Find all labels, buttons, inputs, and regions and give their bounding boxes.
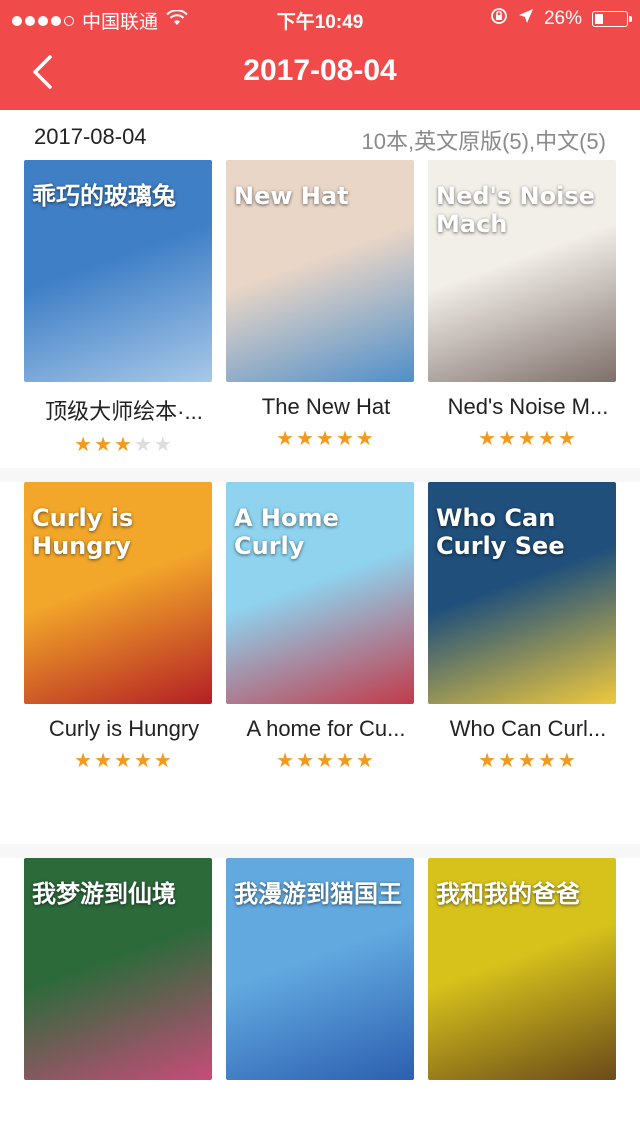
rating-stars: ★★★★★ [428,748,628,773]
row-divider [0,844,640,858]
book-item[interactable]: Curly is Hungry Curly is Hungry ★★★★★ [24,482,224,773]
book-title[interactable]: 顶级大师绘本·... [24,394,224,426]
rotation-lock-icon [490,7,508,31]
row-divider [0,468,640,482]
book-title[interactable]: Curly is Hungry [24,716,224,742]
book-cover[interactable]: New Hat [226,160,414,382]
star-icon: ★ [518,428,538,450]
book-item[interactable]: 我漫游到猫国王 [226,858,426,1080]
star-icon: ★ [296,750,317,772]
book-item[interactable]: A Home Curly A home for Cu... ★★★★★ [226,482,426,773]
book-title[interactable]: The New Hat [226,394,426,420]
cover-title-text: Who Can Curly See [436,504,565,560]
book-title[interactable]: A home for Cu... [226,716,426,742]
book-item[interactable]: 我和我的爸爸 [428,858,628,1080]
star-icon: ★ [355,750,376,772]
star-icon: ★ [316,428,336,450]
book-cover[interactable]: Ned's Noise Mach [428,160,616,382]
battery-icon [592,11,632,27]
cover-title-text: New Hat [234,182,349,210]
book-cover[interactable]: 我和我的爸爸 [428,858,616,1080]
cover-title-text: Curly is Hungry [32,504,134,560]
book-item[interactable]: New Hat The New Hat ★★★★★ [226,160,426,451]
star-icon: ★ [94,434,115,456]
book-title[interactable]: Ned's Noise M... [428,394,628,420]
book-title[interactable]: Who Can Curl... [428,716,628,742]
star-icon: ★ [94,750,115,772]
rating-stars: ★★★★★ [24,432,224,457]
star-icon: ★ [133,750,154,772]
star-icon: ★ [335,750,356,772]
cover-title-text: 乖巧的玻璃兔 [32,182,176,210]
star-icon: ★ [498,428,519,450]
cover-title-text: 我梦游到仙境 [32,880,176,908]
star-icon: ★ [537,428,558,450]
star-icon: ★ [276,428,297,450]
status-bar: 中国联通 下午10:49 26% [0,0,640,36]
header: 中国联通 下午10:49 26% 2017-08-04 [0,0,640,110]
star-icon: ★ [316,750,336,772]
page-title: 2017-08-04 [243,54,397,87]
cover-title-text: Ned's Noise Mach [436,182,595,238]
star-icon: ★ [296,428,317,450]
list-summary: 2017-08-04 10本,英文原版(5),中文(5) [0,110,640,160]
star-icon: ★ [153,434,174,456]
star-icon: ★ [498,750,519,772]
star-icon: ★ [478,750,499,772]
star-icon: ★ [114,750,134,772]
star-icon: ★ [557,428,578,450]
nav-bar: 2017-08-04 [0,36,640,110]
book-item[interactable]: 我梦游到仙境 [24,858,224,1080]
book-item[interactable]: 乖巧的玻璃兔 顶级大师绘本·... ★★★★★ [24,160,224,457]
star-icon: ★ [478,428,499,450]
star-icon: ★ [114,434,134,456]
book-cover[interactable]: 我漫游到猫国王 [226,858,414,1080]
star-icon: ★ [276,750,297,772]
rating-stars: ★★★★★ [226,748,426,773]
cover-title-text: A Home Curly [234,504,339,560]
battery-percent: 26% [543,8,582,29]
book-cover[interactable]: A Home Curly [226,482,414,704]
star-icon: ★ [518,750,538,772]
star-icon: ★ [557,750,578,772]
rating-stars: ★★★★★ [226,426,426,451]
location-icon [518,8,534,30]
rating-stars: ★★★★★ [24,748,224,773]
star-icon: ★ [153,750,174,772]
book-cover[interactable]: 我梦游到仙境 [24,858,212,1080]
rating-stars: ★★★★★ [428,426,628,451]
summary-count: 10本,英文原版(5),中文(5) [361,129,606,154]
cover-title-text: 我和我的爸爸 [436,880,580,908]
cover-title-text: 我漫游到猫国王 [234,880,402,908]
star-icon: ★ [537,750,558,772]
star-icon: ★ [133,434,154,456]
book-item[interactable]: Ned's Noise Mach Ned's Noise M... ★★★★★ [428,160,628,451]
book-cover[interactable]: Who Can Curly See [428,482,616,704]
book-cover[interactable]: Curly is Hungry [24,482,212,704]
summary-date: 2017-08-04 [34,124,147,149]
book-item[interactable]: Who Can Curly See Who Can Curl... ★★★★★ [428,482,628,773]
star-icon: ★ [74,434,95,456]
star-icon: ★ [355,428,376,450]
star-icon: ★ [335,428,356,450]
book-cover[interactable]: 乖巧的玻璃兔 [24,160,212,382]
star-icon: ★ [74,750,95,772]
